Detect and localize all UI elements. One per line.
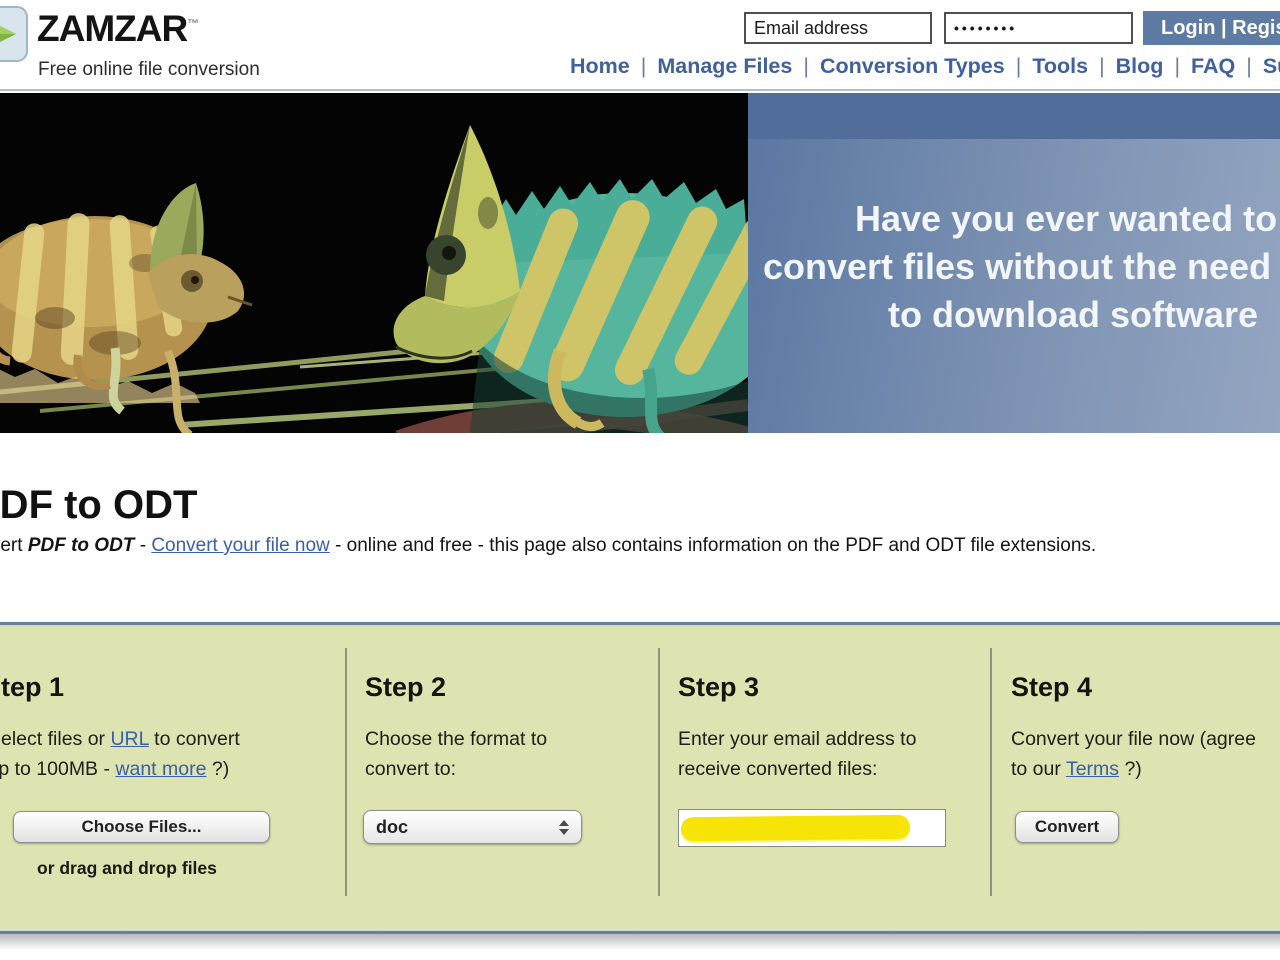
panel-bottom-shadow xyxy=(0,934,1280,950)
brand-logotype: ZAMZAR™ xyxy=(37,8,198,50)
login-password-input[interactable] xyxy=(944,12,1133,44)
step1-line1-pre: Select files or xyxy=(0,728,110,750)
trademark-symbol: ™ xyxy=(187,17,198,31)
main-nav: Home | Manage Files | Conversion Types | Tools… xyxy=(570,54,1280,79)
convert-your-file-now-link[interactable]: Convert your file now xyxy=(151,535,329,556)
want-more-link[interactable]: want more xyxy=(115,758,206,780)
step2-title: Step 2 xyxy=(365,672,446,703)
drag-drop-note: or drag and drop files xyxy=(37,858,217,879)
nav-faq[interactable]: FAQ xyxy=(1191,54,1235,78)
choose-files-button[interactable]: Choose Files... xyxy=(13,811,270,843)
nav-support[interactable]: Support xyxy=(1263,54,1280,78)
login-register-button[interactable]: Login | Register xyxy=(1143,11,1280,45)
step-divider-1 xyxy=(345,648,347,896)
zamzar-page: ZAMZAR™ Free online file conversion Logi… xyxy=(0,0,1280,960)
step2-text-line2: convert to: xyxy=(365,758,456,781)
format-select-value: doc xyxy=(376,817,408,838)
intro-prefix: Convert xyxy=(0,535,28,556)
nav-blog[interactable]: Blog xyxy=(1116,54,1164,78)
banner-headline-line2: convert files without the need xyxy=(763,246,1271,288)
terms-link[interactable]: Terms xyxy=(1066,758,1119,780)
step3-text-line1: Enter your email address to xyxy=(678,728,916,751)
nav-separator: | xyxy=(1174,54,1180,78)
step-divider-2 xyxy=(658,648,660,896)
select-updown-icon xyxy=(559,820,569,835)
url-link[interactable]: URL xyxy=(110,728,148,750)
step1-text-line2: (up to 100MB - want more ?) xyxy=(0,758,229,781)
step4-line2-post: ?) xyxy=(1119,758,1142,780)
step1-line2-pre: (up to 100MB - xyxy=(0,758,115,780)
banner-top-band xyxy=(748,93,1280,139)
hero-photo-chameleons xyxy=(0,93,748,433)
nav-home[interactable]: Home xyxy=(570,54,630,78)
nav-separator: | xyxy=(1099,54,1105,78)
nav-separator: | xyxy=(1016,54,1022,78)
step1-title: Step 1 xyxy=(0,672,64,703)
step4-title: Step 4 xyxy=(1011,672,1092,703)
step-divider-3 xyxy=(990,648,992,896)
step4-text-line1: Convert your file now (agree xyxy=(1011,728,1256,751)
intro-suffix: - online and free - this page also conta… xyxy=(330,535,1096,556)
step2-text-line1: Choose the format to xyxy=(365,728,547,751)
banner-headline-line1: Have you ever wanted to xyxy=(855,198,1277,240)
step4-text-line2: to our Terms ?) xyxy=(1011,758,1142,781)
step3-text-line2: receive converted files: xyxy=(678,758,877,781)
step4-line2-pre: to our xyxy=(1011,758,1066,780)
nav-separator: | xyxy=(1246,54,1252,78)
brand-tagline: Free online file conversion xyxy=(38,59,260,81)
nav-manage-files[interactable]: Manage Files xyxy=(657,54,792,78)
intro-dash: - xyxy=(134,535,151,556)
step1-line1-post: to convert xyxy=(149,728,240,750)
nav-conversion-types[interactable]: Conversion Types xyxy=(820,54,1005,78)
page-title: PDF to ODT xyxy=(0,483,197,528)
intro-line: Convert PDF to ODT - Convert your file n… xyxy=(0,535,1096,557)
step1-text-line1: Select files or URL to convert xyxy=(0,728,240,751)
redaction-highlight xyxy=(681,815,910,841)
step3-title: Step 3 xyxy=(678,672,759,703)
header-divider xyxy=(0,89,1280,91)
login-email-input[interactable] xyxy=(744,12,932,44)
nav-separator: | xyxy=(641,54,647,78)
zamzar-logo-icon xyxy=(0,6,28,62)
intro-conversion-name: PDF to ODT xyxy=(28,535,135,556)
convert-button[interactable]: Convert xyxy=(1015,811,1119,843)
nav-separator: | xyxy=(803,54,809,78)
banner-headline-line3: to download software xyxy=(888,294,1258,336)
nav-tools[interactable]: Tools xyxy=(1032,54,1088,78)
step1-line2-post: ?) xyxy=(206,758,229,780)
format-select[interactable]: doc xyxy=(363,810,582,844)
